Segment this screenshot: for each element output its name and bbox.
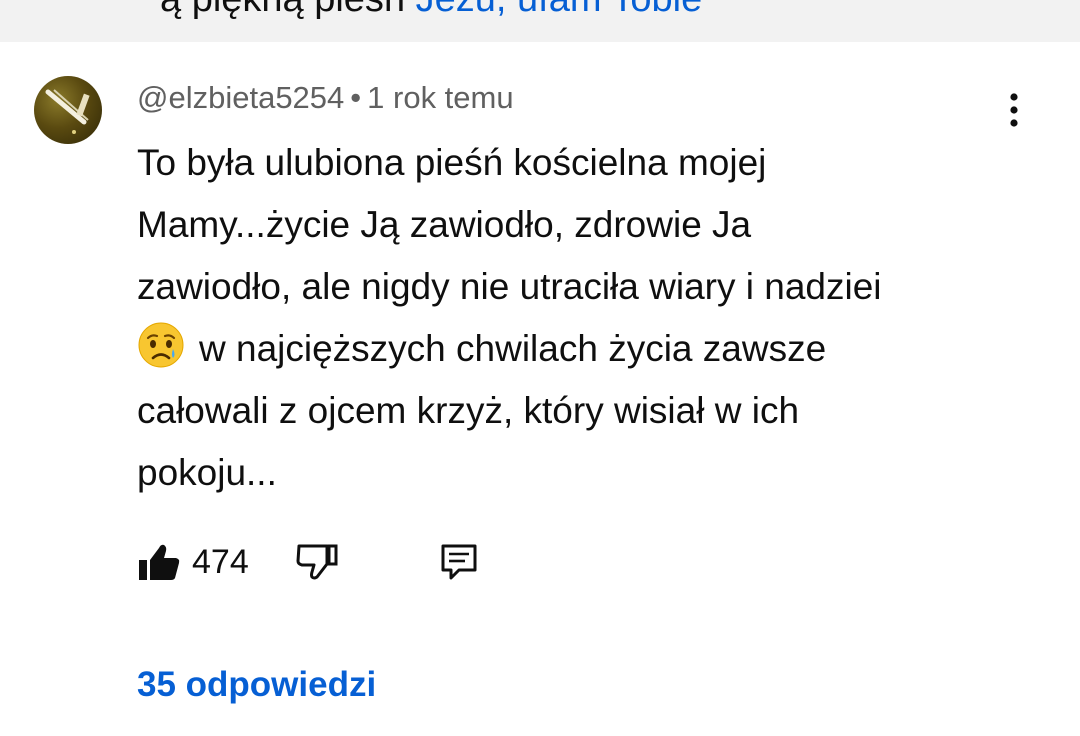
meta-separator: •	[350, 80, 362, 115]
view-replies-button[interactable]: 35 odpowiedzi	[137, 660, 376, 710]
comment-line: zawiodło, ale nigdy nie utraciła wiary i…	[137, 266, 882, 307]
comment-line: To była ulubiona pieśń kościelna mojej	[137, 142, 767, 183]
comment-line: pokoju...	[137, 452, 277, 493]
comment-text: To była ulubiona pieśń kościelna mojej M…	[137, 132, 1037, 504]
more-vertical-icon	[1010, 93, 1018, 127]
reply-button[interactable]	[437, 540, 481, 584]
comment-timestamp: 1 rok temu	[367, 80, 514, 115]
comment-line: całowali z ojcem krzyż, który wisiał w i…	[137, 390, 800, 431]
comment-line-with-emoji: w najcięższych chwilach życia zawsze	[137, 318, 1037, 380]
comment-line: Mamy...życie Ją zawiodło, zdrowie Ja	[137, 204, 752, 245]
thumbs-up-filled-icon	[139, 544, 180, 580]
previous-comment-fragment: ą piękną pieśń Jezu, ufam Tobie	[0, 0, 1080, 42]
like-button[interactable]	[137, 540, 181, 584]
previous-comment-plain: ą piękną pieśń	[160, 0, 416, 20]
comment-line-text: w najcięższych chwilach życia zawsze	[199, 328, 827, 369]
previous-comment-link[interactable]: Jezu, ufam Tobie	[416, 0, 703, 20]
avatar-image-icon	[45, 89, 90, 134]
dislike-button[interactable]	[295, 540, 339, 584]
comment-actions: 474	[137, 536, 537, 584]
previous-comment-text: ą piękną pieśń Jezu, ufam Tobie	[160, 0, 702, 21]
comment-author[interactable]: @elzbieta5254	[137, 80, 344, 115]
comment-reply-icon	[441, 544, 477, 580]
avatar[interactable]	[34, 76, 102, 144]
thumbs-down-outline-icon	[296, 544, 338, 580]
sad-relieved-face-emoji-icon	[138, 322, 184, 368]
more-options-button[interactable]	[992, 86, 1036, 134]
like-count: 474	[192, 543, 249, 581]
comment-meta: @elzbieta5254 • 1 rok temu	[137, 78, 514, 118]
